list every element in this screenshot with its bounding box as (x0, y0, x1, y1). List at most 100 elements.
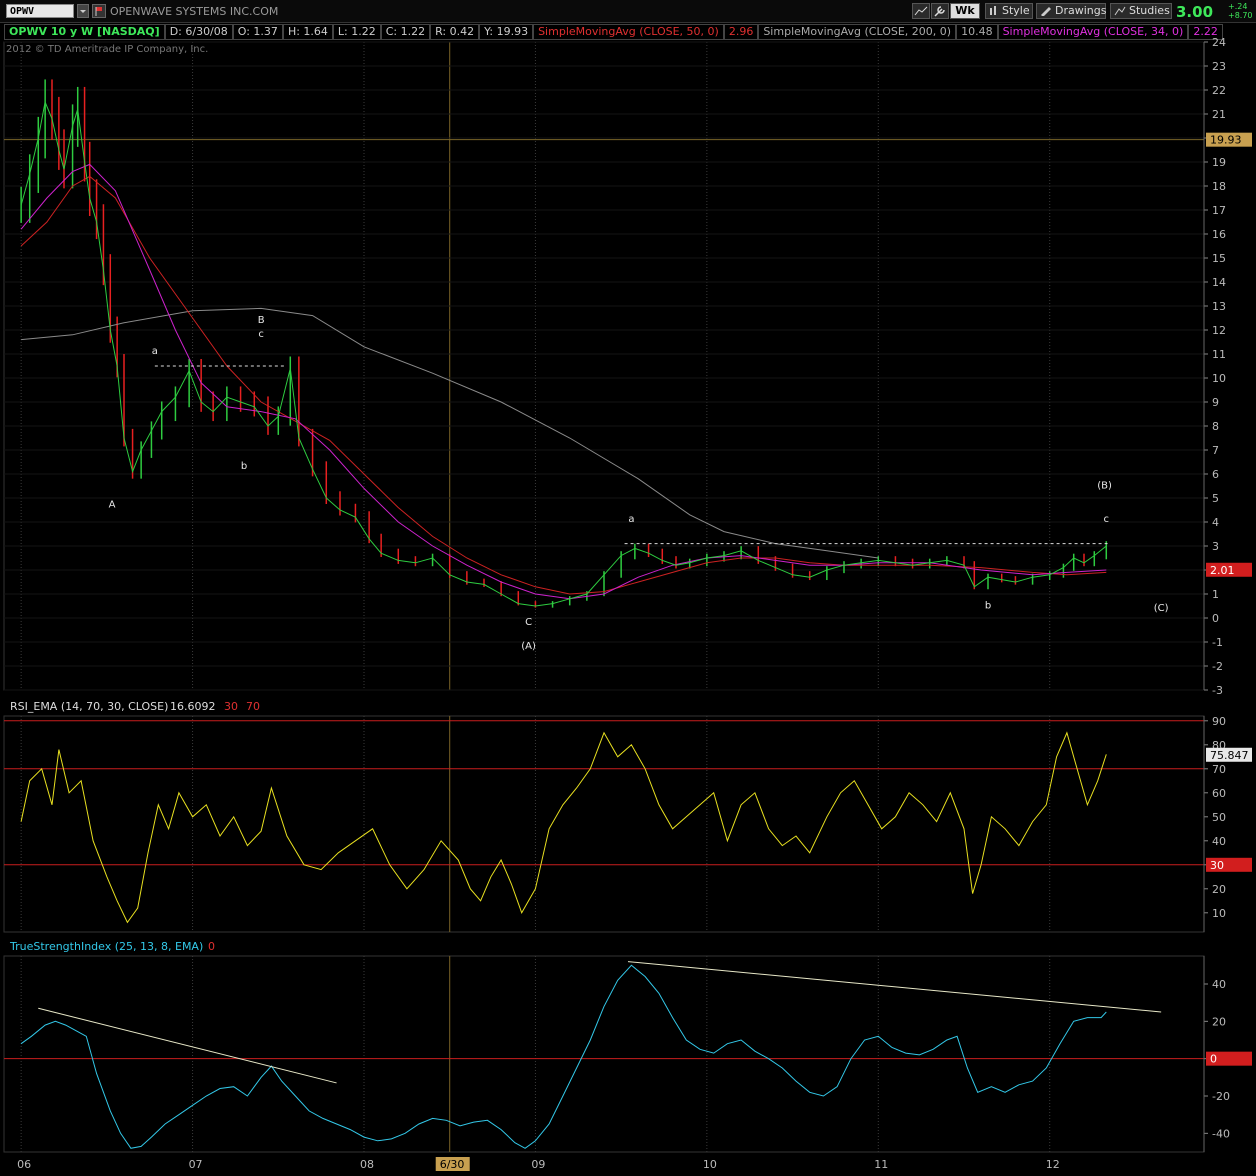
rsi-axis-tick-label: 30 (1212, 859, 1226, 872)
rsi-axis-tick-label: 50 (1212, 811, 1226, 824)
info-close: C: 1.22 (380, 24, 431, 40)
wave-label: A (109, 500, 116, 511)
rsi-axis-tick-label: 20 (1212, 883, 1226, 896)
studies-icon (1114, 6, 1126, 16)
tsi-value: 0 (208, 940, 215, 953)
tsi-axis-tick-label: -40 (1212, 1127, 1230, 1140)
price-axis-tick-label: 23 (1212, 60, 1226, 73)
tsi-axis-tick-label: 40 (1212, 978, 1226, 991)
rsi-header: RSI_EMA (14, 70, 30, CLOSE) 16.6092 30 70 (10, 700, 260, 713)
price-axis-tick-label: 8 (1212, 420, 1219, 433)
rsi-panel: 90807060504030201075.84730RSI_EMA (14, 7… (3, 700, 1252, 933)
tsi-zero-badge-bg (1206, 1051, 1252, 1066)
tsi-title: TrueStrengthIndex (25, 13, 8, EMA) (9, 940, 203, 953)
price-axis-tick-label: 21 (1212, 108, 1226, 121)
symbol-input[interactable]: OPWV (6, 4, 74, 18)
price-axis-tick-label: 7 (1212, 444, 1219, 457)
style-label: Style (1002, 4, 1030, 17)
rsi-panel-frame (3, 715, 1205, 933)
price-axis-tick-label: 6 (1212, 468, 1219, 481)
wave-label: a (152, 346, 158, 357)
rsi-axis-tick-label: 70 (1212, 763, 1226, 776)
info-date: D: 6/30/08 (164, 24, 233, 40)
rsi-last-badge-bg (1206, 747, 1252, 762)
cursor-date-label: 6/30 (440, 1158, 465, 1171)
wave-label: (B) (1097, 480, 1112, 491)
tsi-axis-tick-label: 20 (1212, 1015, 1226, 1028)
wave-label: c (1104, 514, 1110, 525)
wrench-icon[interactable] (931, 3, 949, 19)
price-axis-tick-label: 4 (1212, 516, 1219, 529)
wave-label: C (525, 617, 532, 628)
wave-label: a (628, 514, 634, 525)
sma34-value: 2.22 (1188, 24, 1223, 40)
tsi-panel: 40 20 0 -20 -40 0 TrueStrengthIndex (25, 13, 8… (3, 940, 1252, 1153)
wave-label: b (985, 600, 991, 611)
price-axis-tick-label: 2 (1212, 564, 1219, 577)
price-axis-tick-label: 5 (1212, 492, 1219, 505)
style-button[interactable]: Style (985, 3, 1033, 19)
company-name: OPENWAVE SYSTEMS INC.COM (110, 5, 279, 18)
sma34-label[interactable]: SimpleMovingAvg (CLOSE, 34, 0) (997, 24, 1189, 40)
price-axis-tick-label: 19 (1212, 156, 1226, 169)
x-tick-label: 09 (531, 1158, 545, 1171)
tsi-zero-badge: 0 (1210, 1053, 1217, 1066)
tsi-line (20, 964, 1107, 1149)
price-axis-tick-label: 22 (1212, 84, 1226, 97)
tsi-trendline (627, 961, 1162, 1013)
info-high: H: 1.64 (282, 24, 333, 40)
price-axis-tick-label: 3 (1212, 540, 1219, 553)
last-price-badge-bg (1206, 562, 1252, 577)
x-tick-label: 11 (874, 1158, 888, 1171)
sma50-label[interactable]: SimpleMovingAvg (CLOSE, 50, 0) (533, 24, 724, 40)
info-low: L: 1.22 (332, 24, 381, 40)
price-line (20, 100, 1107, 607)
rsi-last-badge: 75.847 (1210, 749, 1249, 762)
rsi-line (20, 731, 1107, 924)
rsi-os-badge: 30 (1210, 859, 1224, 872)
sma200-label[interactable]: SimpleMovingAvg (CLOSE, 200, 0) (758, 24, 957, 40)
last-price-badge: 2.01 (1210, 564, 1235, 577)
net-change: +.24 (1228, 2, 1248, 11)
rsi-axis-tick-label: 90 (1212, 715, 1226, 728)
last-price: 3.00 (1176, 3, 1214, 21)
price-axis-tick-label: 18 (1212, 180, 1226, 193)
price-axis-tick-label: -2 (1212, 660, 1223, 673)
sma200-line (21, 307, 879, 559)
chart-type-icon[interactable] (912, 3, 930, 19)
price-axis-tick-label: 1 (1212, 588, 1219, 601)
tsi-axis-tick-label: -20 (1212, 1090, 1230, 1103)
sma200-value: 10.48 (956, 24, 998, 40)
drawings-button[interactable]: Drawings (1036, 3, 1106, 19)
x-axis: 06 07 08 09 10 11 12 6/30 (17, 1157, 1060, 1171)
studies-button[interactable]: Studies (1110, 3, 1172, 19)
wave-label: (A) (521, 641, 536, 652)
crosshair-value-badge-bg (1206, 132, 1252, 147)
symbol-dropdown-icon[interactable] (77, 4, 89, 18)
price-axis-tick-label: -3 (1212, 684, 1223, 697)
sma34-line (20, 163, 1107, 600)
period-button[interactable]: Wk (950, 3, 980, 19)
chart-title: OPWV 10 y W [NASDAQ] (4, 24, 165, 40)
chart-area[interactable]: 2423222120191817161514131211109876543210… (0, 0, 1256, 1176)
toolbar: OPWV OPENWAVE SYSTEMS INC.COM Wk Style D… (0, 0, 1256, 23)
price-axis-tick-label: 9 (1212, 396, 1219, 409)
price-axis-tick-label: 15 (1212, 252, 1226, 265)
studies-label: Studies (1129, 4, 1170, 17)
wave-label: (C) (1154, 603, 1169, 614)
copyright-notice: 2012 © TD Ameritrade IP Company, Inc. (6, 44, 209, 55)
percent-change: +8.70 (1228, 11, 1253, 20)
tsi-panel-frame (3, 955, 1205, 1153)
price-axis-tick-label: 10 (1212, 372, 1226, 385)
price-axis-tick-label: 0 (1212, 612, 1219, 625)
price-panel: 2423222120191817161514131211109876543210… (3, 36, 1252, 697)
crosshair-value-badge: 19.93 (1210, 134, 1242, 147)
wave-label: B (258, 315, 265, 326)
x-tick-label: 07 (189, 1158, 203, 1171)
flag-icon[interactable] (92, 4, 106, 18)
x-tick-label: 10 (703, 1158, 717, 1171)
rsi-axis-tick-label: 10 (1212, 907, 1226, 920)
rsi-os-label: 30 (224, 700, 238, 713)
info-bar: OPWV 10 y W [NASDAQ] D: 6/30/08 O: 1.37 … (4, 24, 1223, 40)
rsi-value: 16.6092 (170, 700, 216, 713)
